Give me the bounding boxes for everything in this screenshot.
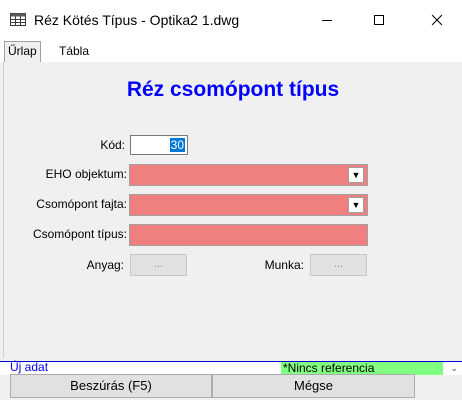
status-bar: Új adat *Nincs referencia ⌄ (0, 361, 462, 375)
cancel-button[interactable]: Mégse (212, 374, 415, 398)
tab-strip: Űrlap Tábla (0, 40, 462, 63)
minimize-button[interactable] (304, 0, 350, 40)
eho-objektum-combo[interactable]: ▼ (129, 164, 368, 186)
tab-urlap[interactable]: Űrlap (4, 41, 41, 63)
close-button[interactable] (414, 0, 460, 40)
status-new-record: Új adat (10, 360, 49, 374)
anyag-browse-button[interactable]: ... (130, 254, 187, 276)
kod-value: 30 (169, 138, 185, 152)
chevron-down-icon[interactable]: ⌄ (450, 362, 458, 375)
munka-label: Munka: (264, 258, 304, 272)
close-icon (431, 14, 443, 26)
tab-tabla[interactable]: Tábla (56, 42, 92, 60)
kod-field[interactable]: 30 (130, 135, 188, 155)
maximize-icon (374, 15, 384, 25)
munka-browse-button[interactable]: ... (310, 254, 367, 276)
csomopont-fajta-label: Csomópont fajta: (36, 197, 127, 211)
table-icon (10, 13, 26, 26)
anyag-label: Anyag: (86, 258, 124, 272)
title-bar[interactable]: Réz Kötés Típus - Optika2 1.dwg (0, 0, 462, 40)
eho-objektum-label: EHO objektum: (45, 167, 127, 181)
maximize-button[interactable] (356, 0, 402, 40)
insert-button[interactable]: Beszúrás (F5) (10, 374, 212, 398)
csomopont-fajta-combo[interactable]: ▼ (129, 194, 368, 216)
minimize-icon (322, 20, 332, 21)
kod-label: Kód: (100, 138, 125, 152)
dropdown-arrow-icon[interactable]: ▼ (348, 197, 364, 213)
csomopont-tipus-label: Csomópont típus: (32, 227, 127, 241)
dropdown-arrow-icon[interactable]: ▼ (348, 167, 364, 183)
window-title: Réz Kötés Típus - Optika2 1.dwg (34, 12, 240, 28)
page-title: Réz csomópont típus (126, 78, 340, 101)
app-window: Réz Kötés Típus - Optika2 1.dwg Űrlap Tá… (0, 0, 462, 400)
csomopont-tipus-field[interactable] (129, 224, 368, 246)
